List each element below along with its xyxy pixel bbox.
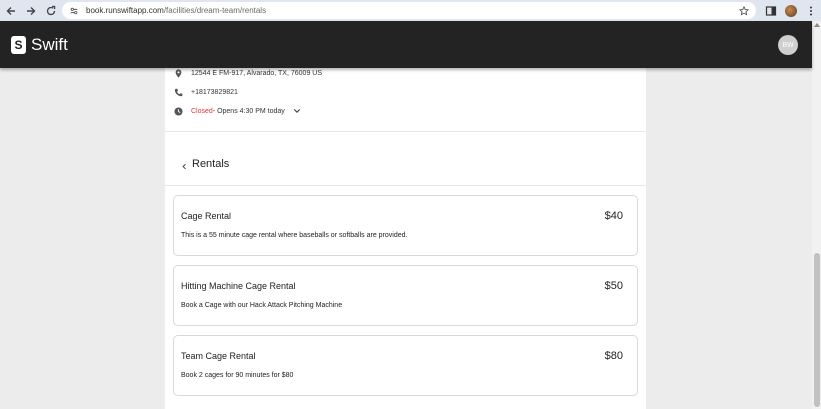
rental-description: Book a Cage with our Hack Attack Pitchin… xyxy=(181,302,343,309)
back-arrow-icon[interactable] xyxy=(1,1,21,21)
rental-card[interactable]: Cage Rental $40 This is a 55 minute cage… xyxy=(173,195,638,256)
url-host: book.runswiftapp.com xyxy=(86,6,164,15)
location-pin-icon xyxy=(173,68,183,78)
facility-phone[interactable]: +18173829821 xyxy=(191,89,238,96)
rental-name: Hitting Machine Cage Rental xyxy=(181,281,296,291)
facility-address: 12544 E FM-917, Alvarado, TX, 76009 US xyxy=(191,69,323,77)
rental-description: Book 2 cages for 90 minutes for $80 xyxy=(181,372,294,379)
profile-picture xyxy=(785,4,797,17)
star-icon[interactable] xyxy=(737,4,750,17)
page-scrollbar[interactable] xyxy=(812,21,821,409)
rental-price: $50 xyxy=(604,280,623,292)
phone-row: +18173829821 xyxy=(173,87,238,97)
chevron-down-icon[interactable] xyxy=(293,107,301,115)
user-avatar[interactable]: BW xyxy=(778,35,798,55)
swift-logo-text: Swift xyxy=(31,34,68,54)
hours-detail: - Opens 4:30 PM today xyxy=(212,107,285,115)
scroll-thumb[interactable] xyxy=(814,253,820,407)
app-header: S Swift BW xyxy=(0,21,812,68)
rentals-header: Rentals xyxy=(179,157,229,171)
rentals-divider xyxy=(165,185,646,186)
forward-arrow-icon[interactable] xyxy=(21,1,41,21)
reload-icon[interactable] xyxy=(41,1,61,21)
url-path: /facilities/dream-team/rentals xyxy=(163,6,267,15)
chevron-left-icon[interactable] xyxy=(179,161,189,171)
address-bar[interactable]: book.runswiftapp.com/facilities/dream-te… xyxy=(62,2,756,19)
section-divider xyxy=(165,131,646,132)
rental-price: $80 xyxy=(604,350,623,362)
kebab-menu-icon[interactable] xyxy=(801,1,821,21)
browser-actions xyxy=(761,0,821,21)
swift-logo-mark: S xyxy=(11,35,26,54)
clock-icon xyxy=(173,106,183,116)
sidepanel-icon[interactable] xyxy=(761,1,781,21)
facility-panel: 12544 E FM-917, Alvarado, TX, 76009 US +… xyxy=(165,68,646,409)
hours-row: Closed - Opens 4:30 PM today xyxy=(173,106,301,116)
rental-name: Cage Rental xyxy=(181,211,232,221)
phone-icon xyxy=(173,87,183,97)
scroll-up-arrow[interactable] xyxy=(814,23,820,27)
rental-card[interactable]: Team Cage Rental $80 Book 2 cages for 90… xyxy=(173,335,638,396)
swift-logo[interactable]: S Swift xyxy=(11,35,68,55)
rental-description: This is a 55 minute cage rental where ba… xyxy=(181,232,408,239)
address-row: 12544 E FM-917, Alvarado, TX, 76009 US xyxy=(173,68,322,78)
rentals-title: Rentals xyxy=(192,158,230,170)
rental-name: Team Cage Rental xyxy=(181,351,256,361)
tune-icon[interactable] xyxy=(67,4,81,18)
browser-toolbar: book.runswiftapp.com/facilities/dream-te… xyxy=(0,0,821,21)
profile-icon[interactable] xyxy=(781,1,801,21)
open-status: Closed xyxy=(191,107,213,115)
url-text: book.runswiftapp.com/facilities/dream-te… xyxy=(86,6,266,15)
rental-price: $40 xyxy=(604,210,623,222)
rental-card[interactable]: Hitting Machine Cage Rental $50 Book a C… xyxy=(173,265,638,326)
